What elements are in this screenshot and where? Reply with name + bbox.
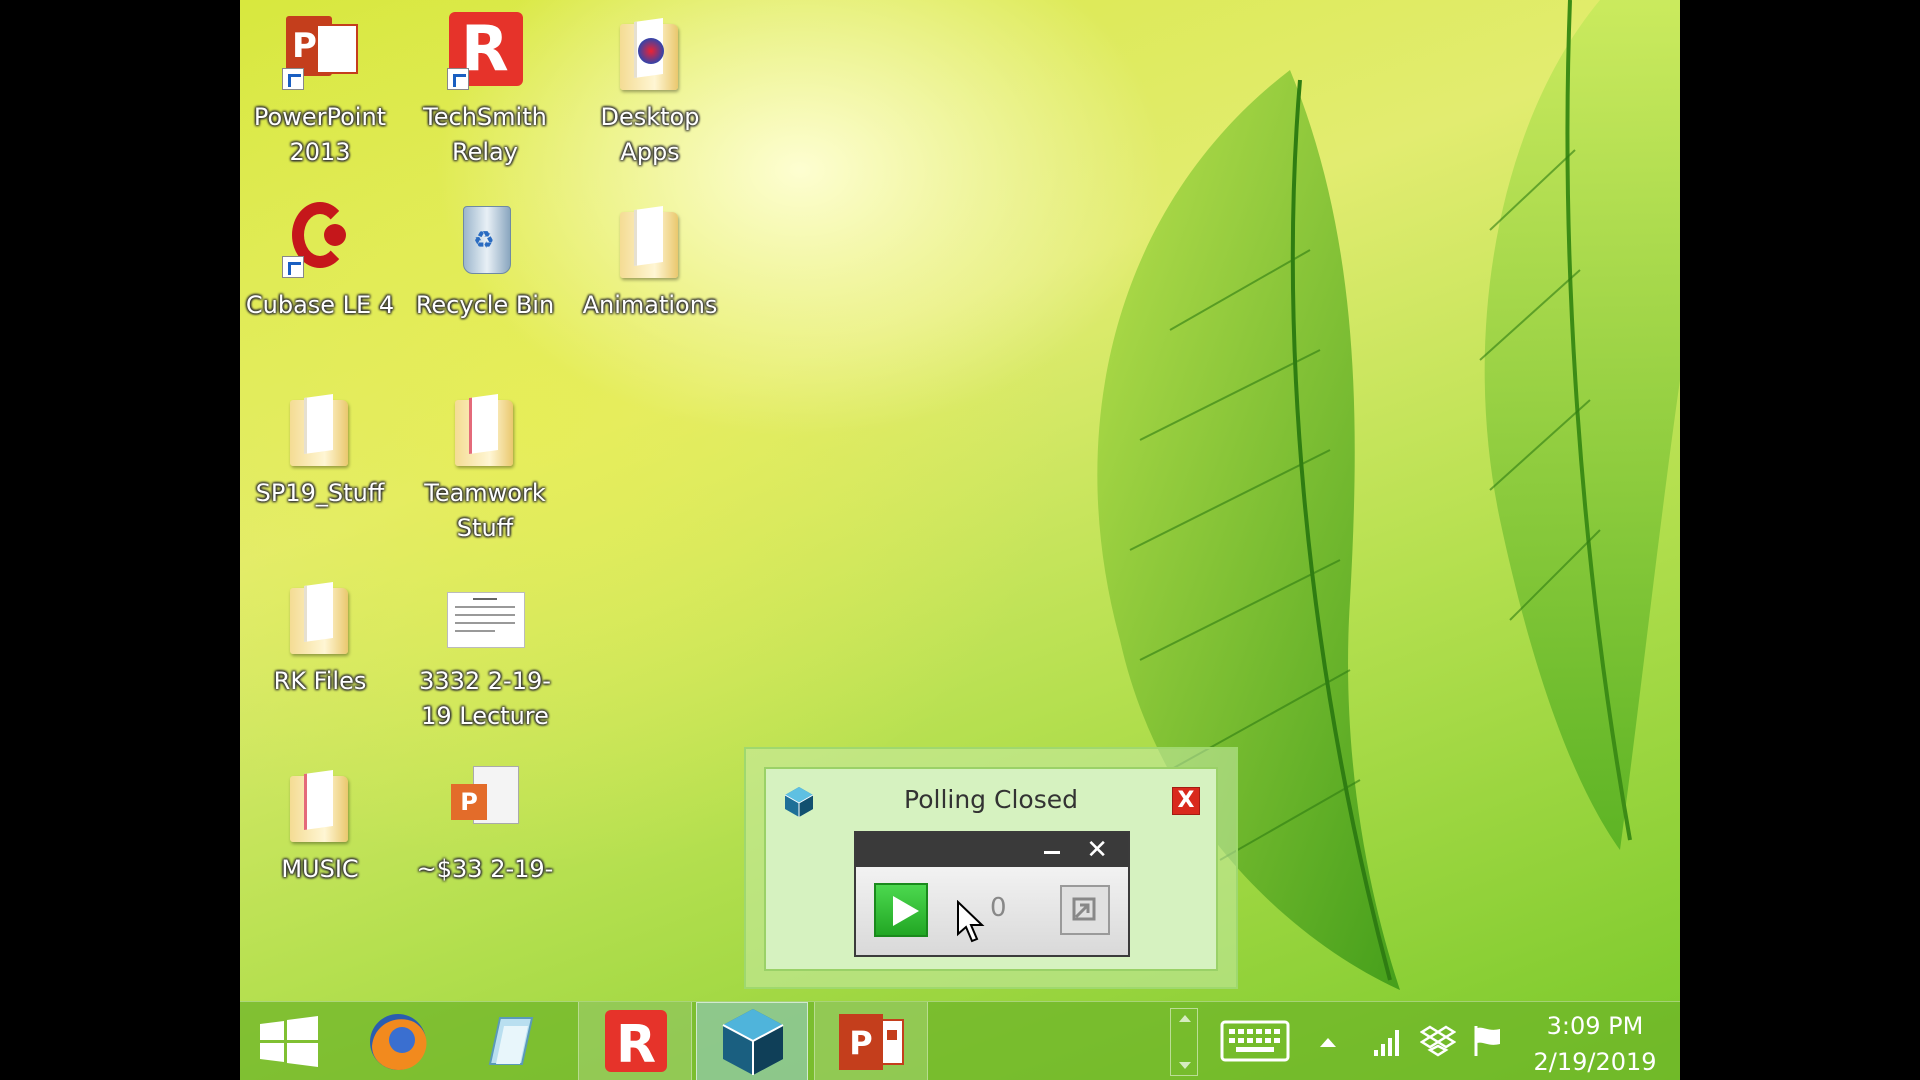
desktop-icon-cubase[interactable]: Cubase LE 4 [240,198,400,323]
taskbar-powerpoint[interactable]: P [814,1002,928,1080]
clock-time[interactable]: 3:09 PM [1530,1012,1660,1040]
mini-close-button[interactable]: ✕ [1086,835,1108,865]
show-hidden-icons-icon[interactable] [1320,1038,1336,1047]
desktop-icon-rk-files[interactable]: RK Files [240,574,400,699]
desktop-icon-label: ~$33 2-19- [416,855,554,883]
powerpoint-icon: P [278,10,362,94]
popup-close-button[interactable]: X [1172,787,1200,815]
taskbar: R P 3:09 PM 2/19/2019 [240,1001,1680,1080]
popout-icon [1072,897,1096,921]
desktop: P PowerPoint 2013 R TechSmith Relay Desk… [240,0,1680,1080]
document-icon [443,574,527,658]
start-button[interactable] [240,1002,340,1080]
desktop-icon-label: PowerPoint 2013 [253,103,387,166]
start-poll-button[interactable] [874,883,928,937]
polling-popup: Polling Closed X ✕ 0 [764,767,1218,971]
taskbar-firefox[interactable] [348,1002,448,1080]
desktop-icon-recycle-bin[interactable]: ♻ Recycle Bin [405,198,565,323]
action-center-flag-icon[interactable] [1472,1024,1504,1058]
desktop-icon-label: TechSmith Relay [423,103,547,166]
folder-icon [278,762,362,846]
svg-text:R: R [616,1015,656,1075]
desktop-icon-label: Recycle Bin [415,291,555,319]
file-explorer-icon [488,1017,534,1065]
mini-window-body: 0 [856,867,1128,955]
touch-keyboard-icon[interactable] [1220,1018,1290,1064]
desktop-icon-desktop-apps[interactable]: Desktop Apps [570,10,730,170]
recycle-bin-icon: ♻ [443,198,527,282]
svg-text:P: P [849,1024,872,1062]
techsmith-relay-icon: R [605,1010,667,1075]
taskbar-scroll[interactable] [1170,1008,1198,1076]
folder-icon [278,574,362,658]
mini-window-titlebar[interactable]: ✕ [856,833,1128,867]
poll-mini-window: ✕ 0 [854,831,1130,957]
desktop-icon-powerpoint[interactable]: P PowerPoint 2013 [240,10,400,170]
desktop-icon-animations[interactable]: Animations [570,198,730,323]
folder-icon [278,386,362,470]
cubase-icon [278,198,362,282]
desktop-icon-label: Cubase LE 4 [245,291,395,319]
desktop-icon-sp19-stuff[interactable]: SP19_Stuff [240,386,400,511]
scroll-up-icon[interactable] [1179,1015,1191,1022]
folder-icon [443,386,527,470]
firefox-icon [370,1014,427,1070]
scroll-down-icon[interactable] [1179,1062,1191,1069]
desktop-icon-music[interactable]: MUSIC [240,762,400,887]
start-icon [260,1016,318,1067]
desktop-icon-label: Desktop Apps [600,103,700,166]
network-signal-icon[interactable] [1372,1024,1404,1058]
popup-title: Polling Closed [904,785,1078,814]
desktop-icon-techsmith-relay[interactable]: R TechSmith Relay [405,10,565,170]
powerpoint-icon: P [839,1014,904,1070]
taskbar-techsmith-relay[interactable]: R [578,1002,692,1080]
powerpoint-file-icon: P [443,762,527,846]
response-count: 0 [990,893,1007,923]
polling-app-icon [722,1009,784,1075]
dropbox-icon[interactable] [1420,1024,1456,1058]
desktop-icon-teamwork-stuff[interactable]: Teamwork Stuff [405,386,565,546]
show-results-button[interactable] [1060,885,1110,935]
clock-date[interactable]: 2/19/2019 [1522,1048,1668,1076]
desktop-icon-label: 3332 2-19-19 Lecture [419,667,551,730]
desktop-icon-label: MUSIC [281,855,359,883]
minimize-icon[interactable] [1044,851,1060,854]
techsmith-relay-icon: R [443,10,527,94]
desktop-apps-icon [608,10,692,94]
taskbar-polling-app[interactable] [696,1002,808,1080]
desktop-icon-label: RK Files [273,667,367,695]
desktop-icon-temp-pptx[interactable]: P ~$33 2-19- [405,762,565,887]
desktop-icon-label: SP19_Stuff [255,479,385,507]
desktop-icon-lecture[interactable]: 3332 2-19-19 Lecture [405,574,565,734]
mouse-cursor-icon [957,900,985,943]
taskbar-file-explorer[interactable] [460,1002,560,1080]
desktop-icon-label: Animations [582,291,718,319]
desktop-icon-label: Teamwork Stuff [424,479,546,542]
folder-icon [608,198,692,282]
polling-popup-frame: Polling Closed X ✕ 0 [744,747,1238,989]
